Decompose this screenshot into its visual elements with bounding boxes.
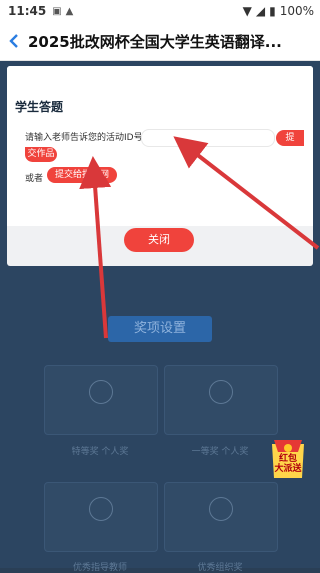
battery-level: 100%: [279, 4, 314, 18]
activity-id-prompt: 请输入老师告诉您的活动ID号: [25, 133, 143, 143]
red-packet-line1: 红包: [278, 454, 297, 464]
notification-icons: ▣ ▲: [52, 6, 73, 17]
red-packet-label: 红包 大派送: [268, 454, 308, 474]
activity-id-input[interactable]: [141, 129, 275, 147]
award-card-label: 优秀组织奖: [197, 563, 243, 573]
battery-icon: ▮: [269, 4, 276, 18]
award-card: [164, 482, 278, 552]
red-packet-line2: 大派送: [274, 464, 302, 474]
dialog-content: 学生答题 请输入老师告诉您的活动ID号 提 交作品 或者 提交给批改网: [7, 66, 313, 226]
award-card: [164, 365, 278, 435]
status-right: ▼ ◢ ▮ 100%: [243, 4, 314, 18]
image-icon: ▲: [65, 5, 74, 17]
navigation-bar: 2025批改网杯全国大学生英语翻译...: [0, 22, 320, 61]
red-packet-badge[interactable]: 红包 大派送: [268, 436, 308, 482]
image-icon: ▣: [52, 5, 62, 17]
award-card-label: 特等奖 个人奖: [71, 447, 129, 457]
medal-icon: [89, 497, 113, 521]
medal-icon: [89, 380, 113, 404]
award-card-label: 优秀指导教师: [72, 563, 127, 573]
student-answer-dialog: 学生答题 请输入老师告诉您的活动ID号 提 交作品 或者 提交给批改网 关闭: [7, 66, 313, 266]
medal-icon: [209, 380, 233, 404]
back-arrow-icon[interactable]: [0, 22, 28, 60]
award-card: [44, 482, 158, 552]
medal-icon: [209, 497, 233, 521]
award-card-label: 一等奖 个人奖: [191, 447, 249, 457]
award-section-label: 奖项设置: [108, 316, 212, 342]
close-button[interactable]: 关闭: [124, 228, 194, 252]
page-title: 2025批改网杯全国大学生英语翻译...: [28, 32, 282, 51]
submit-work-button[interactable]: 提: [276, 130, 304, 146]
dialog-title: 学生答题: [15, 100, 64, 114]
wifi-icon: ▼: [242, 4, 252, 18]
submit-work-button-continued[interactable]: 交作品: [25, 147, 57, 162]
status-bar: 11:45 ▣ ▲ ▼ ◢ ▮ 100%: [0, 0, 320, 22]
signal-icon: ◢: [255, 4, 266, 18]
award-card: [44, 365, 158, 435]
submit-to-pigai-button[interactable]: 提交给批改网: [47, 167, 117, 183]
or-label: 或者: [25, 174, 44, 184]
status-time: 11:45: [8, 4, 47, 18]
